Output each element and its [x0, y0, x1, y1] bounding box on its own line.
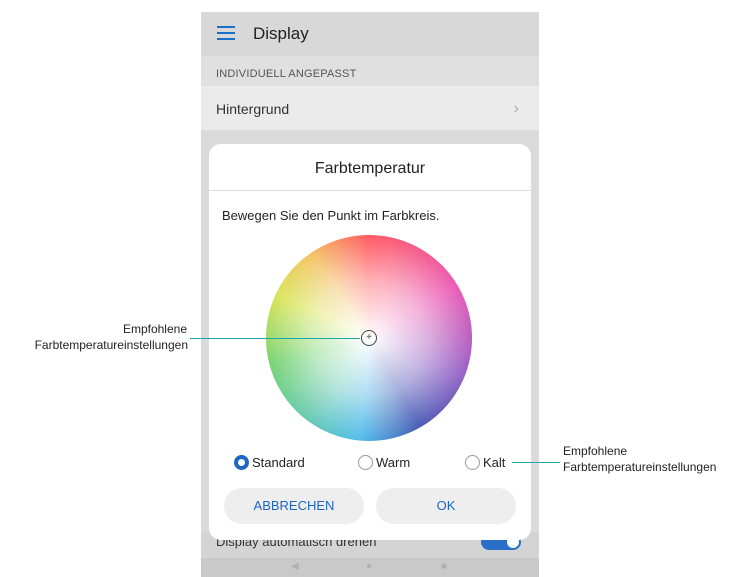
dialog-title: Farbtemperatur: [314, 160, 426, 177]
chevron-right-icon: ›: [513, 100, 519, 117]
ok-button[interactable]: OK: [376, 488, 516, 524]
option-label: Warm: [376, 455, 411, 470]
color-point-marker[interactable]: +: [361, 330, 377, 346]
option-label: Kalt: [483, 455, 506, 470]
divider: [209, 190, 531, 191]
callout-right-line2: Farbtemperatureinstellungen: [563, 460, 717, 474]
callout-right-line1: Empfohlene: [563, 444, 628, 458]
callout-left-line2: Farbtemperatureinstellungen: [34, 338, 188, 352]
app-bar: Display: [201, 12, 539, 56]
callout-right-line: [512, 462, 560, 463]
callout-left-line: [190, 338, 360, 339]
radio-kalt[interactable]: [465, 455, 480, 470]
settings-row-hintergrund[interactable]: Hintergrund ›: [201, 86, 539, 130]
menu-icon[interactable]: [217, 26, 235, 40]
back-icon[interactable]: ◀: [291, 561, 299, 572]
recents-icon[interactable]: ■: [441, 561, 447, 572]
cancel-button[interactable]: ABBRECHEN: [224, 488, 364, 524]
section-label: INDIVIDUELL ANGEPASST: [216, 68, 357, 80]
page-title: Display: [253, 24, 309, 43]
radio-warm[interactable]: [358, 455, 373, 470]
radio-standard[interactable]: [234, 455, 249, 470]
color-temperature-dialog: Farbtemperatur Bewegen Sie den Punkt im …: [209, 144, 531, 540]
navigation-bar: ◀ ● ■: [201, 558, 539, 577]
home-icon[interactable]: ●: [366, 561, 372, 572]
callout-left-line1: Empfohlene: [122, 322, 187, 336]
dialog-instruction: Bewegen Sie den Punkt im Farbkreis.: [222, 208, 440, 223]
section-header: INDIVIDUELL ANGEPASST: [201, 56, 539, 86]
settings-row-label: Hintergrund: [216, 101, 290, 117]
option-label: Standard: [252, 455, 305, 470]
